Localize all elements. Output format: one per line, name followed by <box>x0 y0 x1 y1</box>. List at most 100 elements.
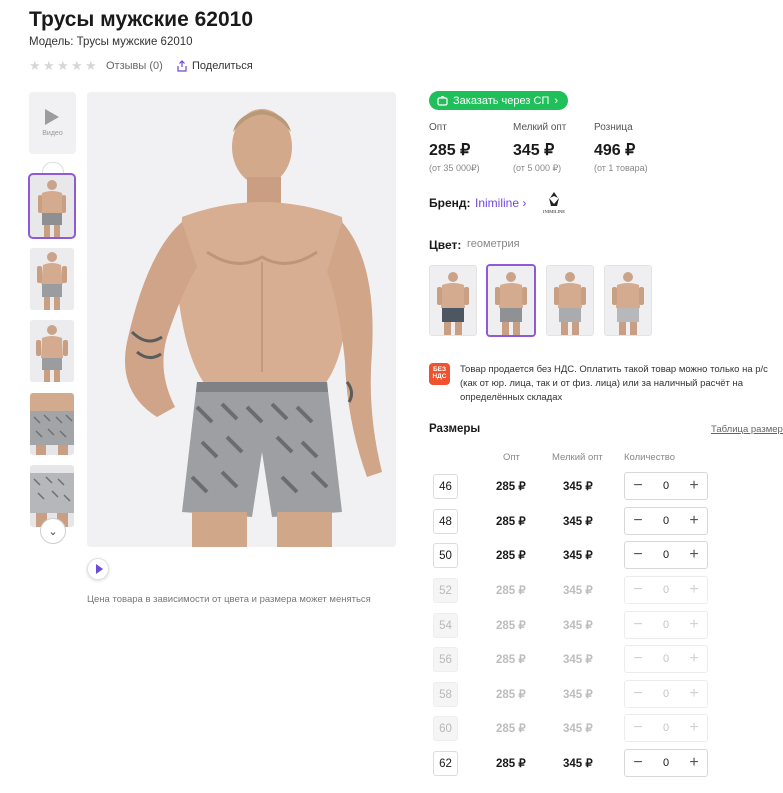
no-vat-badge: БЕЗ НДС <box>429 363 450 385</box>
color-swatch[interactable] <box>546 265 594 336</box>
increment-button: + <box>689 650 699 667</box>
quantity-value: 0 <box>662 722 670 734</box>
quantity-stepper[interactable]: − 0 + <box>624 472 708 500</box>
gallery-thumbnail[interactable] <box>28 173 76 239</box>
price-value-small-opt: 345 ₽ <box>513 142 555 159</box>
size-value: 48 <box>433 509 458 534</box>
quantity-stepper: − 0 + <box>624 576 708 604</box>
decrement-button[interactable]: − <box>631 513 645 529</box>
chevron-right-icon: › <box>554 94 559 107</box>
price-label-opt: Опт <box>429 122 447 133</box>
star-icon: ★ <box>29 58 41 73</box>
gallery-thumbnail[interactable] <box>30 248 74 310</box>
size-row: 56 285 ₽ 345 ₽ − 0 + <box>430 645 720 675</box>
play-icon <box>45 109 59 125</box>
price-disclaimer: Цена товара в зависимости от цвета и раз… <box>87 594 371 605</box>
size-price-opt: 285 ₽ <box>496 481 526 493</box>
size-value: 56 <box>433 647 458 672</box>
share-icon <box>177 60 187 72</box>
column-header-small-opt: Мелкий опт <box>552 452 603 463</box>
quantity-value[interactable]: 0 <box>663 480 669 492</box>
share-label: Поделиться <box>192 60 253 72</box>
share-button[interactable]: Поделиться <box>176 60 253 72</box>
size-price-opt: 285 ₽ <box>496 550 526 562</box>
closeup-photo-thumbnail <box>30 393 74 455</box>
size-value: 58 <box>433 682 458 707</box>
color-swatch[interactable] <box>604 265 652 336</box>
size-price-small-opt: 345 ₽ <box>563 689 593 701</box>
brand-label: Бренд: <box>429 196 471 210</box>
order-via-sp-button[interactable]: Заказать через СП › <box>429 91 569 110</box>
increment-button[interactable]: + <box>687 513 701 529</box>
gallery-thumbnail[interactable] <box>30 393 74 455</box>
quantity-stepper[interactable]: − 0 + <box>624 749 708 777</box>
swatch-photo <box>547 266 593 335</box>
color-value: геометрия <box>467 238 520 250</box>
size-row: 48 285 ₽ 345 ₽ − 0 + <box>430 507 720 537</box>
decrement-button: − <box>633 581 643 598</box>
model-name: Модель: Трусы мужские 62010 <box>29 36 193 48</box>
size-price-small-opt: 345 ₽ <box>563 481 593 493</box>
decrement-button[interactable]: − <box>631 547 645 563</box>
model-photo-thumbnail <box>30 248 74 310</box>
size-price-opt: 285 ₽ <box>496 723 526 735</box>
brand-logo[interactable]: INIMILINE <box>541 190 567 216</box>
gallery-thumbnail[interactable] <box>30 320 74 382</box>
decrement-button: − <box>633 719 643 736</box>
thumbs-scroll-up-button[interactable] <box>42 162 64 173</box>
quantity-value[interactable]: 0 <box>663 757 669 769</box>
size-price-small-opt: 345 ₽ <box>563 758 593 770</box>
model-photo <box>87 92 396 547</box>
size-chart-link[interactable]: Таблица размеров <box>711 424 783 435</box>
increment-button[interactable]: + <box>687 478 701 494</box>
basket-icon <box>437 95 448 106</box>
quantity-value: 0 <box>662 584 670 596</box>
quantity-stepper[interactable]: − 0 + <box>624 507 708 535</box>
size-price-small-opt: 345 ₽ <box>563 620 593 632</box>
size-value: 54 <box>433 613 458 638</box>
price-condition-retail: (от 1 товара) <box>594 163 648 173</box>
size-price-small-opt: 345 ₽ <box>563 516 593 528</box>
size-row: 50 285 ₽ 345 ₽ − 0 + <box>430 541 720 571</box>
decrement-button: − <box>633 650 643 667</box>
color-swatch[interactable] <box>429 265 477 336</box>
quantity-value[interactable]: 0 <box>663 515 669 527</box>
color-swatch-selected[interactable] <box>487 265 535 336</box>
size-value: 62 <box>433 751 458 776</box>
star-icon: ★ <box>85 58 97 73</box>
sizes-heading: Размеры <box>429 423 481 435</box>
decrement-button[interactable]: − <box>631 755 645 771</box>
quantity-value[interactable]: 0 <box>663 549 669 561</box>
quantity-value: 0 <box>662 688 670 700</box>
price-condition-opt: (от 35 000₽) <box>429 163 480 173</box>
quantity-stepper: − 0 + <box>624 611 708 639</box>
price-label-small-opt: Мелкий опт <box>513 122 567 133</box>
quantity-stepper: − 0 + <box>624 714 708 742</box>
swatch-photo <box>605 266 651 335</box>
play-video-button[interactable] <box>87 558 109 580</box>
decrement-button[interactable]: − <box>631 478 645 494</box>
star-icon: ★ <box>43 58 55 73</box>
brand-link[interactable]: Inimiline › <box>475 196 526 210</box>
reviews-link[interactable]: Отзывы (0) <box>106 60 163 72</box>
video-thumbnail[interactable]: Видео <box>29 92 76 154</box>
increment-button: + <box>689 616 699 633</box>
increment-button: + <box>689 685 699 702</box>
quantity-stepper[interactable]: − 0 + <box>624 541 708 569</box>
increment-button[interactable]: + <box>687 755 701 771</box>
size-row: 60 285 ₽ 345 ₽ − 0 + <box>430 714 720 744</box>
size-price-opt: 285 ₽ <box>496 620 526 632</box>
chevron-down-icon: ⌄ <box>48 525 58 538</box>
size-price-opt: 285 ₽ <box>496 654 526 666</box>
page-title: Трусы мужские 62010 <box>29 8 253 31</box>
size-value: 46 <box>433 474 458 499</box>
quantity-stepper: − 0 + <box>624 680 708 708</box>
size-price-small-opt: 345 ₽ <box>563 585 593 597</box>
size-value: 52 <box>433 578 458 603</box>
decrement-button: − <box>633 616 643 633</box>
svg-text:INIMILINE: INIMILINE <box>543 209 565 214</box>
size-price-small-opt: 345 ₽ <box>563 654 593 666</box>
thumbs-scroll-down-button[interactable]: ⌄ <box>40 518 66 544</box>
main-product-photo[interactable] <box>87 92 396 547</box>
increment-button[interactable]: + <box>687 547 701 563</box>
